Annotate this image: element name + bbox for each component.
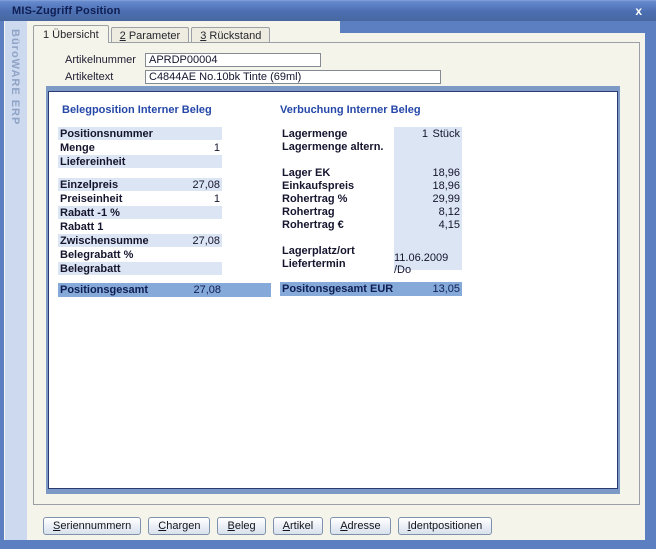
row-einzelpreis: Einzelpreis27,08: [58, 178, 222, 191]
identpositionen-button[interactable]: Identpositionen: [398, 517, 493, 535]
button-bar: Seriennummern Chargen Beleg Artikel Adre…: [43, 517, 492, 535]
row-lagermenge: Lagermenge 1Stück: [280, 127, 462, 140]
detail-panel: Belegposition Interner Beleg Verbuchung …: [48, 91, 618, 489]
close-icon[interactable]: x: [631, 5, 646, 17]
seriennummern-button[interactable]: Seriennummern: [43, 517, 141, 535]
row-blank-1: [280, 153, 462, 166]
adresse-button[interactable]: Adresse: [330, 517, 390, 535]
artikelnummer-field[interactable]: [145, 53, 321, 67]
chargen-button[interactable]: Chargen: [148, 517, 210, 535]
row-belegrabatt: Belegrabatt: [58, 262, 222, 275]
row-preiseinheit: Preiseinheit1: [58, 192, 222, 205]
row-liefereinheit: Liefereinheit: [58, 155, 222, 168]
artikeltext-row: Artikeltext: [65, 69, 441, 84]
tab-parameter[interactable]: 2 Parameter: [111, 27, 190, 42]
row-rabatt-prozent: Rabatt -1 %: [58, 206, 222, 219]
row-lagermenge-altern: Lagermenge altern.: [280, 140, 462, 153]
positionsgesamt-eur-total: Positonsgesamt EUR13,05: [280, 282, 462, 296]
belegposition-column: Positionsnummer Menge1 Liefereinheit Ein…: [58, 127, 271, 297]
artikelnummer-row: Artikelnummer: [65, 52, 321, 67]
unit-label: Stück: [428, 128, 460, 140]
artikel-button[interactable]: Artikel: [273, 517, 324, 535]
dialog-body: BüroWARE ERP 1 Übersicht 2 Parameter 3 R…: [4, 21, 645, 540]
verbuchung-column: Lagermenge 1Stück Lagermenge altern.: [280, 127, 462, 296]
artikeltext-field[interactable]: [145, 70, 441, 84]
artikelnummer-label: Artikelnummer: [65, 54, 145, 66]
title-bar: MIS-Zugriff Position x: [0, 0, 656, 21]
row-rohertrag: Rohertrag 8,12: [280, 205, 462, 218]
row-rohertrag-prozent: Rohertrag % 29,99: [280, 192, 462, 205]
row-blank-2: [280, 231, 462, 244]
tab-page-uebersicht: Artikelnummer Artikeltext Belegposition …: [33, 42, 640, 505]
tab-rueckstand[interactable]: 3 Rückstand: [191, 27, 270, 42]
app-window: MIS-Zugriff Position x BüroWARE ERP 1 Üb…: [0, 0, 656, 549]
row-einkaufspreis: Einkaufspreis 18,96: [280, 179, 462, 192]
frame-strip: [340, 21, 656, 33]
row-lager-ek: Lager EK 18,96: [280, 166, 462, 179]
positionsgesamt-total: Positionsgesamt27,08: [58, 283, 271, 297]
row-rohertrag-eur: Rohertrag € 4,15: [280, 218, 462, 231]
detail-frame: Belegposition Interner Beleg Verbuchung …: [46, 86, 620, 494]
artikeltext-label: Artikeltext: [65, 71, 145, 83]
row-rabatt-1: Rabatt 1: [58, 220, 222, 233]
verbuchung-header: Verbuchung Interner Beleg: [280, 104, 421, 116]
brand-vertical-text: BüroWARE ERP: [5, 21, 21, 125]
beleg-button[interactable]: Beleg: [217, 517, 265, 535]
row-belegrabatt-prozent: Belegrabatt %: [58, 248, 222, 261]
row-positionsnummer: Positionsnummer: [58, 127, 222, 140]
window-title: MIS-Zugriff Position: [12, 5, 120, 17]
tab-uebersicht[interactable]: 1 Übersicht: [33, 25, 109, 43]
row-menge: Menge1: [58, 141, 222, 154]
row-zwischensumme: Zwischensumme27,08: [58, 234, 222, 247]
row-liefertermin: Liefertermin 11.06.2009 /Do: [280, 257, 462, 270]
tab-strip: 1 Übersicht 2 Parameter 3 Rückstand: [33, 24, 272, 42]
brand-sidebar: BüroWARE ERP: [5, 21, 27, 540]
belegposition-header: Belegposition Interner Beleg: [62, 104, 212, 116]
